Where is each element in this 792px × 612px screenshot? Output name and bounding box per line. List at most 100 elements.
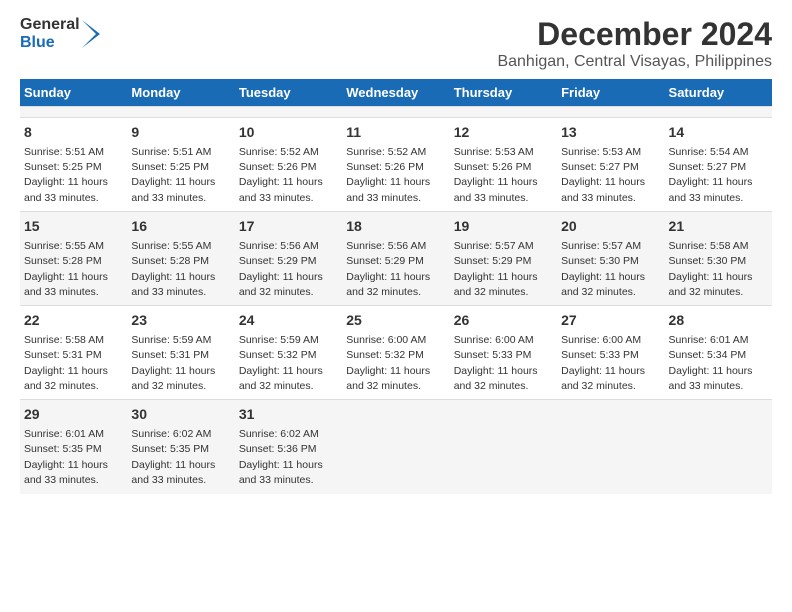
- calendar-cell: [450, 400, 557, 494]
- sunrise-info: Sunrise: 5:58 AMSunset: 5:31 PMDaylight:…: [24, 334, 108, 392]
- sunrise-info: Sunrise: 5:57 AMSunset: 5:29 PMDaylight:…: [454, 240, 538, 298]
- sunrise-info: Sunrise: 5:58 AMSunset: 5:30 PMDaylight:…: [669, 240, 753, 298]
- calendar-cell: 14 Sunrise: 5:54 AMSunset: 5:27 PMDayligh…: [665, 118, 772, 212]
- sunrise-info: Sunrise: 5:54 AMSunset: 5:27 PMDaylight:…: [669, 146, 753, 204]
- calendar-cell: [127, 107, 234, 118]
- sunrise-info: Sunrise: 6:00 AMSunset: 5:33 PMDaylight:…: [454, 334, 538, 392]
- header-wednesday: Wednesday: [342, 79, 449, 107]
- day-number: 13: [561, 123, 660, 143]
- calendar-cell: [557, 107, 664, 118]
- calendar-cell: 17 Sunrise: 5:56 AMSunset: 5:29 PMDayligh…: [235, 212, 342, 306]
- calendar-cell: 19 Sunrise: 5:57 AMSunset: 5:29 PMDayligh…: [450, 212, 557, 306]
- day-number: 17: [239, 217, 338, 237]
- header-tuesday: Tuesday: [235, 79, 342, 107]
- header-monday: Monday: [127, 79, 234, 107]
- sunrise-info: Sunrise: 6:00 AMSunset: 5:33 PMDaylight:…: [561, 334, 645, 392]
- calendar-cell: 30 Sunrise: 6:02 AMSunset: 5:35 PMDayligh…: [127, 400, 234, 494]
- calendar-cell: [665, 400, 772, 494]
- calendar-week-5: 29 Sunrise: 6:01 AMSunset: 5:35 PMDayligh…: [20, 400, 772, 494]
- sunrise-info: Sunrise: 5:53 AMSunset: 5:26 PMDaylight:…: [454, 146, 538, 204]
- sunrise-info: Sunrise: 6:02 AMSunset: 5:36 PMDaylight:…: [239, 428, 323, 486]
- calendar-cell: [342, 400, 449, 494]
- calendar-cell: 31 Sunrise: 6:02 AMSunset: 5:36 PMDayligh…: [235, 400, 342, 494]
- sunrise-info: Sunrise: 5:53 AMSunset: 5:27 PMDaylight:…: [561, 146, 645, 204]
- sunrise-info: Sunrise: 5:59 AMSunset: 5:31 PMDaylight:…: [131, 334, 215, 392]
- sunrise-info: Sunrise: 5:56 AMSunset: 5:29 PMDaylight:…: [346, 240, 430, 298]
- calendar-cell: 13 Sunrise: 5:53 AMSunset: 5:27 PMDayligh…: [557, 118, 664, 212]
- header-thursday: Thursday: [450, 79, 557, 107]
- calendar-cell: 22 Sunrise: 5:58 AMSunset: 5:31 PMDayligh…: [20, 306, 127, 400]
- calendar-cell: 28 Sunrise: 6:01 AMSunset: 5:34 PMDayligh…: [665, 306, 772, 400]
- day-number: 21: [669, 217, 768, 237]
- sunrise-info: Sunrise: 5:59 AMSunset: 5:32 PMDaylight:…: [239, 334, 323, 392]
- day-number: 27: [561, 311, 660, 331]
- day-number: 20: [561, 217, 660, 237]
- calendar-cell: 15 Sunrise: 5:55 AMSunset: 5:28 PMDayligh…: [20, 212, 127, 306]
- header-sunday: Sunday: [20, 79, 127, 107]
- logo-arrow-icon: [82, 20, 104, 48]
- day-number: 25: [346, 311, 445, 331]
- sunrise-info: Sunrise: 6:00 AMSunset: 5:32 PMDaylight:…: [346, 334, 430, 392]
- calendar-cell: 8 Sunrise: 5:51 AMSunset: 5:25 PMDaylight…: [20, 118, 127, 212]
- calendar-cell: [665, 107, 772, 118]
- page-header: General Blue December 2024 Banhigan, Cen…: [20, 16, 772, 71]
- month-title: December 2024: [497, 16, 772, 53]
- header-friday: Friday: [557, 79, 664, 107]
- logo: General Blue: [20, 16, 104, 51]
- day-number: 10: [239, 123, 338, 143]
- sunrise-info: Sunrise: 6:01 AMSunset: 5:35 PMDaylight:…: [24, 428, 108, 486]
- calendar-body: 8 Sunrise: 5:51 AMSunset: 5:25 PMDaylight…: [20, 107, 772, 494]
- sunrise-info: Sunrise: 5:55 AMSunset: 5:28 PMDaylight:…: [131, 240, 215, 298]
- calendar-cell: 11Sunrise: 5:52 AMSunset: 5:26 PMDayligh…: [342, 118, 449, 212]
- day-number: 23: [131, 311, 230, 331]
- sunrise-info: Sunrise: 6:02 AMSunset: 5:35 PMDaylight:…: [131, 428, 215, 486]
- calendar-cell: 9Sunrise: 5:51 AMSunset: 5:25 PMDaylight…: [127, 118, 234, 212]
- calendar-cell: [20, 107, 127, 118]
- calendar-cell: [342, 107, 449, 118]
- calendar-cell: 20 Sunrise: 5:57 AMSunset: 5:30 PMDayligh…: [557, 212, 664, 306]
- sunrise-info: Sunrise: 6:01 AMSunset: 5:34 PMDaylight:…: [669, 334, 753, 392]
- calendar-cell: [235, 107, 342, 118]
- day-number: 24: [239, 311, 338, 331]
- sunrise-info: Sunrise: 5:55 AMSunset: 5:28 PMDaylight:…: [24, 240, 108, 298]
- day-number: 12: [454, 123, 553, 143]
- sunrise-info: Sunrise: 5:52 AMSunset: 5:26 PMDaylight:…: [239, 146, 323, 204]
- day-number: 28: [669, 311, 768, 331]
- calendar-cell: 27 Sunrise: 6:00 AMSunset: 5:33 PMDayligh…: [557, 306, 664, 400]
- location-title: Banhigan, Central Visayas, Philippines: [497, 53, 772, 71]
- calendar-cell: 18 Sunrise: 5:56 AMSunset: 5:29 PMDayligh…: [342, 212, 449, 306]
- calendar-cell: 29 Sunrise: 6:01 AMSunset: 5:35 PMDayligh…: [20, 400, 127, 494]
- day-number: 16: [131, 217, 230, 237]
- calendar-cell: 23 Sunrise: 5:59 AMSunset: 5:31 PMDayligh…: [127, 306, 234, 400]
- calendar-table: SundayMondayTuesdayWednesdayThursdayFrid…: [20, 79, 772, 494]
- sunrise-info: Sunrise: 5:52 AMSunset: 5:26 PMDaylight:…: [346, 146, 430, 204]
- calendar-cell: 16 Sunrise: 5:55 AMSunset: 5:28 PMDayligh…: [127, 212, 234, 306]
- day-number: 19: [454, 217, 553, 237]
- sunrise-info: Sunrise: 5:57 AMSunset: 5:30 PMDaylight:…: [561, 240, 645, 298]
- calendar-cell: 10 Sunrise: 5:52 AMSunset: 5:26 PMDayligh…: [235, 118, 342, 212]
- header-saturday: Saturday: [665, 79, 772, 107]
- sunrise-info: Sunrise: 5:51 AMSunset: 5:25 PMDaylight:…: [24, 146, 108, 204]
- calendar-week-4: 22 Sunrise: 5:58 AMSunset: 5:31 PMDayligh…: [20, 306, 772, 400]
- sunrise-info: Sunrise: 5:56 AMSunset: 5:29 PMDaylight:…: [239, 240, 323, 298]
- day-number: 26: [454, 311, 553, 331]
- day-number: 31: [239, 405, 338, 425]
- title-block: December 2024 Banhigan, Central Visayas,…: [497, 16, 772, 71]
- calendar-cell: [557, 400, 664, 494]
- day-number: 14: [669, 123, 768, 143]
- calendar-cell: 24 Sunrise: 5:59 AMSunset: 5:32 PMDayligh…: [235, 306, 342, 400]
- calendar-cell: 25 Sunrise: 6:00 AMSunset: 5:32 PMDayligh…: [342, 306, 449, 400]
- day-number: 29: [24, 405, 123, 425]
- day-number: 30: [131, 405, 230, 425]
- day-number: 15: [24, 217, 123, 237]
- day-number: 8: [24, 123, 123, 143]
- calendar-cell: 21 Sunrise: 5:58 AMSunset: 5:30 PMDayligh…: [665, 212, 772, 306]
- calendar-cell: [450, 107, 557, 118]
- calendar-week-3: 15 Sunrise: 5:55 AMSunset: 5:28 PMDayligh…: [20, 212, 772, 306]
- sunrise-info: Sunrise: 5:51 AMSunset: 5:25 PMDaylight:…: [131, 146, 215, 204]
- calendar-week-2: 8 Sunrise: 5:51 AMSunset: 5:25 PMDaylight…: [20, 118, 772, 212]
- calendar-cell: 12 Sunrise: 5:53 AMSunset: 5:26 PMDayligh…: [450, 118, 557, 212]
- calendar-cell: 26 Sunrise: 6:00 AMSunset: 5:33 PMDayligh…: [450, 306, 557, 400]
- day-number: 22: [24, 311, 123, 331]
- day-number: 18: [346, 217, 445, 237]
